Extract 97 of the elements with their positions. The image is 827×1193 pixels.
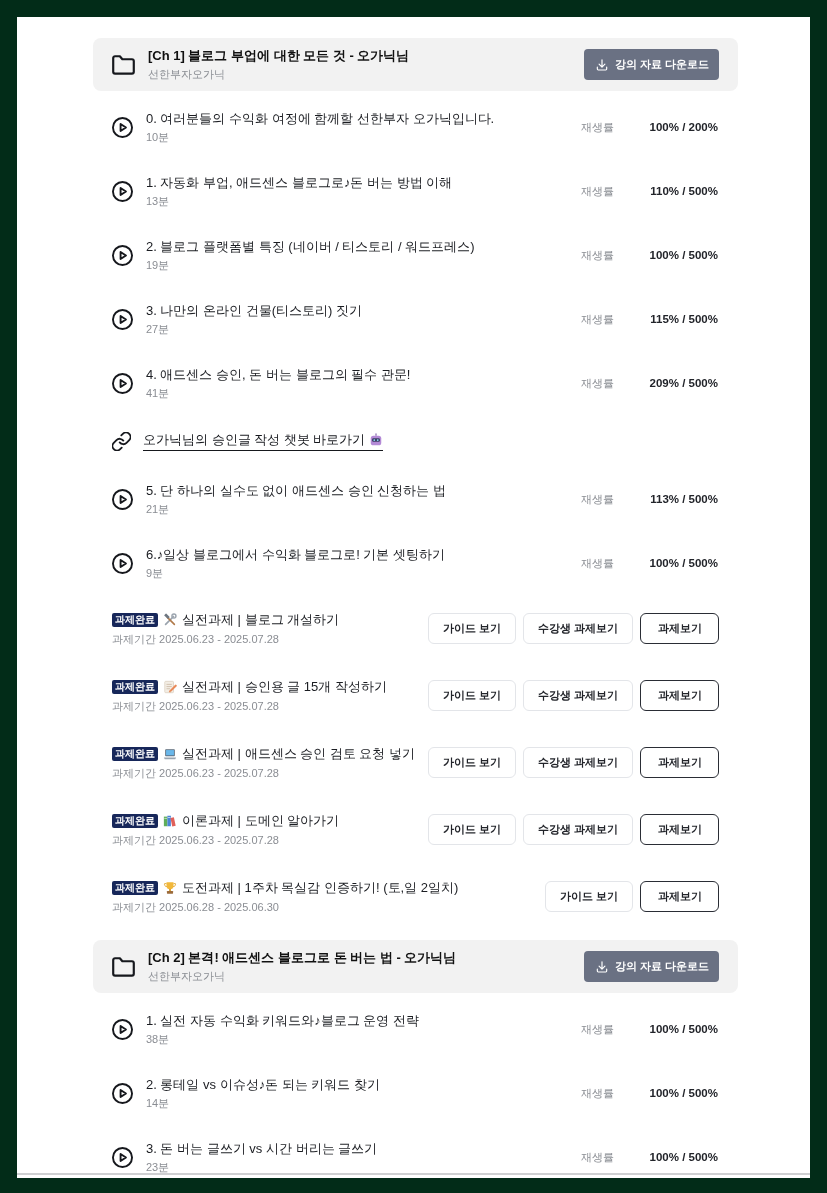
lecture-title[interactable]: 3. 나만의 온라인 건물(티스토리) 짓기 [146, 301, 568, 320]
play-icon[interactable] [112, 1082, 133, 1104]
progress-label: 재생률 [581, 119, 614, 135]
progress-value: 115% / 500% [650, 313, 718, 325]
student-assignments-button[interactable]: 수강생 과제보기 [522, 613, 633, 644]
progress-label: 재생률 [581, 491, 614, 507]
progress-label: 재생률 [581, 375, 614, 391]
progress-label: 재생률 [581, 1021, 614, 1037]
progress-value: 100% / 200% [649, 121, 718, 133]
laptop-icon [163, 746, 177, 761]
progress-value: 100% / 500% [649, 1151, 718, 1163]
assignment-title: 실전과제 | 애드센스 승인 검토 요청 넣기 [182, 744, 416, 763]
progress-label: 재생률 [581, 183, 614, 199]
progress-label: 재생률 [581, 555, 614, 571]
progress-value: 209% / 500% [649, 377, 718, 389]
play-icon[interactable] [112, 244, 133, 266]
lecture-duration: 23분 [146, 1159, 171, 1173]
chatbot-link[interactable]: 오가닉님의 승인글 작성 챗봇 바로가기 [143, 431, 384, 451]
lecture-duration: 9분 [146, 565, 165, 581]
guide-button[interactable]: 가이드 보기 [427, 613, 516, 644]
lecture-duration: 21분 [146, 501, 171, 517]
progress-value: 110% / 500% [650, 185, 718, 197]
progress-value: 100% / 500% [649, 1087, 718, 1099]
play-icon[interactable] [112, 1018, 133, 1040]
folder-icon [112, 54, 135, 75]
assignment-title: 이론과제 | 도메인 알아가기 [182, 811, 340, 830]
guide-button[interactable]: 가이드 보기 [427, 680, 516, 711]
view-assignment-button[interactable]: 과제보기 [640, 881, 719, 912]
play-icon[interactable] [112, 488, 133, 510]
view-assignment-button[interactable]: 과제보기 [640, 680, 719, 711]
guide-button[interactable]: 가이드 보기 [427, 814, 516, 845]
lecture-title[interactable]: 5. 단 하나의 실수도 없이 애드센스 승인 신청하는 법 [146, 481, 568, 500]
download-icon [594, 57, 609, 72]
link-icon [112, 431, 131, 451]
lecture-title[interactable]: 2. 롱테일 vs 이슈성♪돈 되는 키워드 찾기 [146, 1075, 568, 1094]
status-badge: 과제완료 [112, 612, 158, 627]
play-icon[interactable] [112, 180, 133, 202]
lecture-duration: 27분 [146, 321, 171, 337]
chapter-title: [Ch 1] 블로그 부업에 대한 모든 것 - 오가닉님 [148, 47, 411, 65]
play-icon[interactable] [112, 372, 133, 394]
student-assignments-button[interactable]: 수강생 과제보기 [522, 680, 633, 711]
instructor-name: 선한부자오가닉 [148, 969, 226, 984]
assignment-period: 과제기간 2025.06.23 - 2025.07.28 [112, 832, 280, 848]
student-assignments-button[interactable]: 수강생 과제보기 [522, 814, 633, 845]
assignment-period: 과제기간 2025.06.28 - 2025.06.30 [112, 899, 280, 915]
view-assignment-button[interactable]: 과제보기 [640, 613, 719, 644]
assignment-title: 실전과제 | 승인용 글 15개 작성하기 [182, 677, 387, 696]
download-icon [594, 959, 609, 974]
lecture-duration: 19분 [146, 257, 171, 273]
progress-label: 재생률 [581, 1149, 614, 1165]
progress-label: 재생률 [581, 311, 614, 327]
lecture-duration: 41분 [146, 385, 171, 401]
guide-button[interactable]: 가이드 보기 [544, 881, 633, 912]
download-materials-button[interactable]: 강의 자료 다운로드 [583, 49, 719, 80]
trophy-icon [163, 880, 177, 895]
lecture-duration: 13분 [146, 193, 171, 209]
student-assignments-button[interactable]: 수강생 과제보기 [522, 747, 633, 778]
play-icon[interactable] [112, 552, 133, 574]
status-badge: 과제완료 [112, 746, 158, 761]
assignment-title: 실전과제 | 블로그 개설하기 [182, 610, 340, 629]
assignment-period: 과제기간 2025.06.23 - 2025.07.28 [112, 765, 280, 781]
view-assignment-button[interactable]: 과제보기 [640, 747, 719, 778]
chapter-title: [Ch 2] 본격! 애드센스 블로그로 돈 버는 법 - 오가닉님 [148, 949, 458, 967]
lecture-duration: 38분 [146, 1031, 171, 1047]
guide-button[interactable]: 가이드 보기 [427, 747, 516, 778]
hammer-wrench-icon [163, 612, 177, 627]
status-badge: 과제완료 [112, 880, 158, 895]
lecture-duration: 10분 [146, 129, 171, 145]
robot-face-icon [369, 433, 384, 447]
progress-label: 재생률 [581, 1085, 614, 1101]
lecture-title[interactable]: 4. 애드센스 승인, 돈 버는 블로그의 필수 관문! [146, 365, 568, 384]
lecture-duration: 14분 [146, 1095, 171, 1111]
assignment-title: 도전과제 | 1주차 목실감 인증하기! (토,일 2일치) [182, 878, 459, 897]
progress-value: 100% / 500% [649, 249, 718, 261]
instructor-name: 선한부자오가닉 [148, 67, 226, 82]
lecture-title[interactable]: 2. 블로그 플랫폼별 특징 (네이버 / 티스토리 / 워드프레스) [146, 237, 568, 256]
progress-label: 재생률 [581, 247, 614, 263]
play-icon[interactable] [112, 116, 133, 138]
lecture-title[interactable]: 1. 실전 자동 수익화 키워드와♪블로그 운영 전략 [146, 1011, 568, 1030]
play-icon[interactable] [112, 308, 133, 330]
lecture-title[interactable]: 6.♪일상 블로그에서 수익화 블로그로! 기본 셋팅하기 [146, 545, 568, 564]
progress-value: 100% / 500% [649, 557, 718, 569]
download-materials-button[interactable]: 강의 자료 다운로드 [583, 951, 719, 982]
progress-value: 113% / 500% [650, 493, 718, 505]
progress-value: 100% / 500% [649, 1023, 718, 1035]
folder-icon [112, 956, 135, 977]
lecture-title[interactable]: 3. 돈 버는 글쓰기 vs 시간 버리는 글쓰기 [146, 1139, 568, 1158]
books-icon [163, 813, 177, 828]
status-badge: 과제완료 [112, 813, 158, 828]
status-badge: 과제완료 [112, 679, 158, 694]
view-assignment-button[interactable]: 과제보기 [640, 814, 719, 845]
lecture-title[interactable]: 0. 여러분들의 수익화 여정에 함께할 선한부자 오가닉입니다. [146, 109, 568, 128]
assignment-period: 과제기간 2025.06.23 - 2025.07.28 [112, 698, 280, 714]
memo-icon [163, 679, 177, 694]
play-icon[interactable] [112, 1146, 133, 1168]
assignment-period: 과제기간 2025.06.23 - 2025.07.28 [112, 631, 280, 647]
lecture-title[interactable]: 1. 자동화 부업, 애드센스 블로그로♪돈 버는 방법 이해 [146, 173, 568, 192]
